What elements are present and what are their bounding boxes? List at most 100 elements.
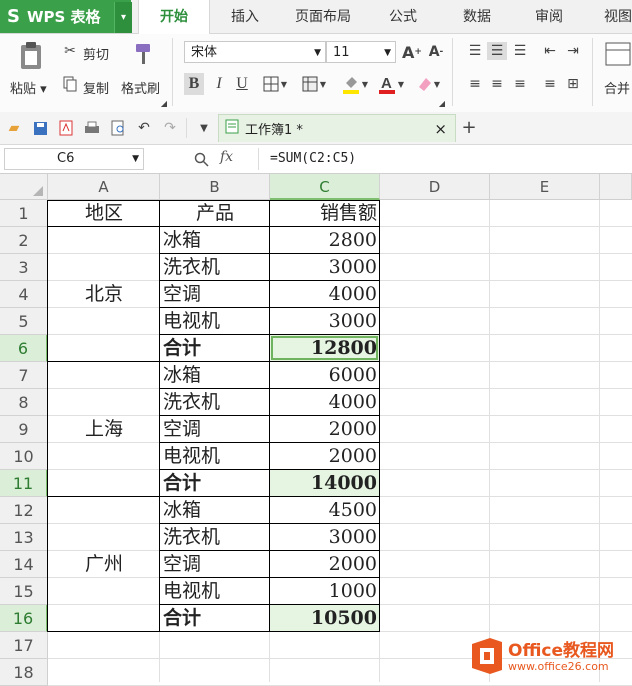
paste-icon[interactable] — [14, 38, 48, 72]
column-header-a[interactable]: A — [48, 174, 160, 200]
row-header-10[interactable]: 10 — [0, 443, 48, 470]
sales-cell[interactable]: 6000 — [270, 362, 380, 389]
product-cell[interactable]: 冰箱 — [160, 227, 270, 254]
row-header-12[interactable]: 12 — [0, 497, 48, 524]
header-region[interactable]: 地区 — [48, 200, 160, 227]
tab-data[interactable]: 数据 — [446, 0, 508, 33]
header-product[interactable]: 产品 — [160, 200, 270, 227]
tab-insert[interactable]: 插入 — [214, 0, 276, 33]
select-all-corner[interactable] — [0, 174, 48, 200]
app-menu-button[interactable]: S WPS 表格 ▾ — [0, 0, 132, 33]
copy-button[interactable]: 复制 — [83, 78, 109, 97]
paste-button[interactable]: 粘贴 ▾ — [10, 78, 47, 97]
row-header-6[interactable]: 6 — [0, 335, 48, 362]
product-cell[interactable]: 电视机 — [160, 578, 270, 605]
align-center-icon[interactable]: ≡ — [487, 75, 507, 93]
active-cell-selection[interactable] — [271, 336, 378, 360]
copy-icon[interactable] — [61, 75, 79, 93]
sales-cell[interactable]: 4000 — [270, 281, 380, 308]
format-painter-icon[interactable] — [128, 40, 158, 70]
borders-icon[interactable]: ▼ — [259, 73, 291, 95]
increase-indent-icon[interactable]: ⇥ — [563, 42, 583, 60]
align-bottom-icon[interactable]: ☰ — [510, 42, 530, 60]
distributed-icon[interactable]: ⊞ — [563, 75, 583, 93]
tab-home[interactable]: 开始 — [138, 0, 210, 34]
align-middle-icon[interactable]: ☰ — [487, 42, 507, 60]
shrink-font-icon[interactable]: A- — [426, 42, 446, 62]
format-painter-button[interactable]: 格式刷 — [121, 78, 160, 97]
italic-button[interactable]: I — [209, 73, 229, 95]
column-header-b[interactable]: B — [160, 174, 270, 200]
underline-button[interactable]: U — [232, 73, 252, 95]
row-header-2[interactable]: 2 — [0, 227, 48, 254]
column-header-f[interactable] — [600, 174, 632, 200]
row-header-7[interactable]: 7 — [0, 362, 48, 389]
total-sales-cell[interactable]: 10500 — [270, 605, 380, 632]
document-tab[interactable]: 工作簿1 * × — [218, 114, 456, 142]
sales-cell[interactable]: 3000 — [270, 254, 380, 281]
product-cell[interactable]: 洗衣机 — [160, 254, 270, 281]
customize-toolbar-icon[interactable]: ▼ — [194, 118, 214, 138]
product-cell[interactable]: 空调 — [160, 551, 270, 578]
region-cell[interactable]: 广州 — [48, 497, 160, 632]
column-header-e[interactable]: E — [490, 174, 600, 200]
align-top-icon[interactable]: ☰ — [465, 42, 485, 60]
product-cell[interactable]: 空调 — [160, 416, 270, 443]
total-label-cell[interactable]: 合计 — [160, 335, 270, 362]
product-cell[interactable]: 冰箱 — [160, 497, 270, 524]
row-header-11[interactable]: 11 — [0, 470, 48, 497]
sales-cell[interactable]: 1000 — [270, 578, 380, 605]
sales-cell[interactable]: 4000 — [270, 389, 380, 416]
insert-function-icon[interactable]: fx — [220, 149, 233, 165]
row-header-13[interactable]: 13 — [0, 524, 48, 551]
grow-font-icon[interactable]: A + — [402, 42, 422, 62]
fill-color-icon[interactable]: ▼ — [338, 72, 372, 96]
sales-cell[interactable]: 3000 — [270, 524, 380, 551]
font-name-select[interactable]: 宋体 ▼ — [184, 41, 326, 63]
new-tab-icon[interactable]: + — [458, 116, 480, 138]
row-header-17[interactable]: 17 — [0, 632, 48, 659]
export-pdf-icon[interactable] — [56, 118, 76, 138]
cut-button[interactable]: 剪切 — [83, 44, 109, 63]
sales-cell[interactable]: 2000 — [270, 416, 380, 443]
align-right-icon[interactable]: ≡ — [510, 75, 530, 93]
close-icon[interactable]: × — [434, 120, 447, 138]
redo-icon[interactable]: ↷ — [160, 118, 180, 138]
sales-cell[interactable]: 2000 — [270, 443, 380, 470]
row-header-5[interactable]: 5 — [0, 308, 48, 335]
font-color-icon[interactable]: A ▼ — [374, 72, 408, 96]
header-sales[interactable]: 销售额 — [270, 200, 380, 227]
total-label-cell[interactable]: 合计 — [160, 470, 270, 497]
undo-icon[interactable]: ↶ — [134, 118, 154, 138]
merge-center-button[interactable]: 合并 — [604, 78, 630, 97]
product-cell[interactable]: 冰箱 — [160, 362, 270, 389]
row-header-1[interactable]: 1 — [0, 200, 48, 227]
row-header-14[interactable]: 14 — [0, 551, 48, 578]
product-cell[interactable]: 洗衣机 — [160, 389, 270, 416]
tab-view[interactable]: 视图 — [596, 0, 632, 33]
justify-icon[interactable]: ≡ — [540, 75, 560, 93]
tab-page-layout[interactable]: 页面布局 — [283, 0, 363, 33]
tab-formulas[interactable]: 公式 — [372, 0, 434, 33]
sales-cell[interactable]: 3000 — [270, 308, 380, 335]
row-header-3[interactable]: 3 — [0, 254, 48, 281]
row-header-15[interactable]: 15 — [0, 578, 48, 605]
align-left-icon[interactable]: ≡ — [465, 75, 485, 93]
group-launcher-icon[interactable]: ◢ — [160, 99, 168, 108]
save-icon[interactable] — [30, 118, 50, 138]
group-launcher-icon[interactable]: ◢ — [438, 99, 446, 108]
name-box[interactable]: C6 ▼ — [4, 148, 144, 170]
product-cell[interactable]: 洗衣机 — [160, 524, 270, 551]
merge-cells-icon[interactable] — [604, 40, 632, 68]
clear-format-icon[interactable]: ▼ — [412, 72, 444, 96]
total-sales-cell[interactable]: 14000 — [270, 470, 380, 497]
row-header-8[interactable]: 8 — [0, 389, 48, 416]
zoom-lookup-icon[interactable] — [190, 148, 212, 170]
product-cell[interactable]: 空调 — [160, 281, 270, 308]
tab-review[interactable]: 审阅 — [518, 0, 580, 33]
region-cell[interactable]: 上海 — [48, 362, 160, 497]
row-header-4[interactable]: 4 — [0, 281, 48, 308]
font-size-select[interactable]: 11 ▼ — [326, 41, 396, 63]
chevron-down-icon[interactable]: ▼ — [132, 149, 139, 169]
sales-cell[interactable]: 4500 — [270, 497, 380, 524]
